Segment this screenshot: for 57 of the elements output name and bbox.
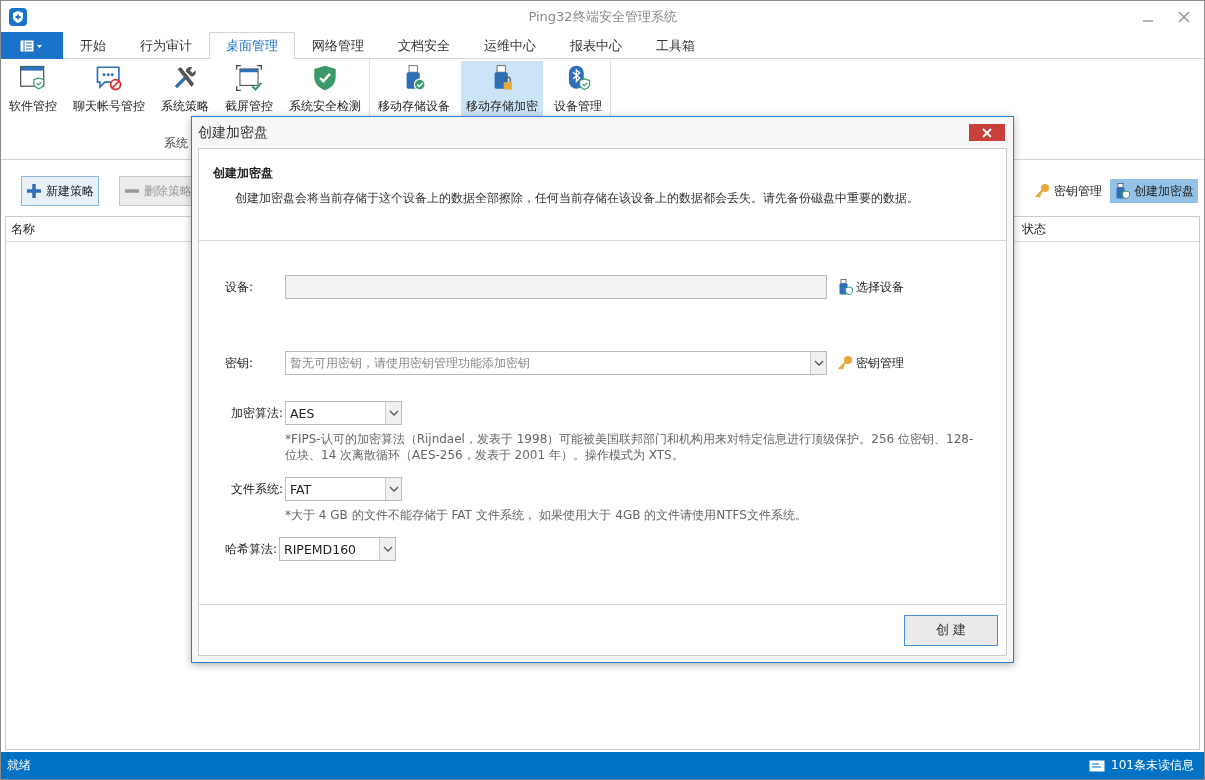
key-dropdown[interactable]: 暂无可用密钥，请使用密钥管理功能添加密钥 (285, 351, 827, 375)
ribbon-tab[interactable]: 文档安全 (381, 32, 467, 59)
dialog-description: 创建加密盘会将当前存储于这个设备上的数据全部擦除，任何当前存储在该设备上的数据都会丢失。请先备份磁盘中重要的数据。 (234, 190, 920, 207)
field-label: 哈希算法: (223, 541, 278, 558)
field-label: 加密算法: (229, 405, 284, 422)
link-button[interactable]: 选择设备 (837, 278, 904, 296)
status-text: 就绪 (7, 757, 31, 774)
ribbon-button[interactable]: 软件管控 (4, 61, 62, 119)
close-button[interactable] (969, 124, 1005, 141)
ribbon-button[interactable]: 系统策略 (156, 61, 214, 119)
key-icon (1034, 183, 1050, 199)
field-label: 设备: (224, 279, 255, 296)
ribbon-button[interactable]: 截屏管控 (220, 61, 278, 119)
chevron-down-icon (382, 546, 393, 552)
chevron-down-icon (813, 360, 824, 366)
dropdown[interactable]: FAT (285, 477, 402, 501)
window-title: Ping32终端安全管理系统 (528, 7, 677, 26)
field-label: 密钥: (224, 355, 255, 372)
ribbon-tab[interactable]: 桌面管理 (209, 32, 295, 59)
ribbon-tab[interactable]: 开始 (63, 32, 123, 59)
unread-messages-link[interactable]: 101条未读信息 (1111, 757, 1194, 774)
close-icon[interactable] (1178, 10, 1190, 23)
shield-logo-icon (9, 7, 27, 26)
ribbon-button[interactable]: 移动存储加密 (461, 61, 543, 119)
chevron-down-icon (388, 410, 399, 416)
ribbon-tab[interactable]: 行为审计 (123, 32, 209, 59)
ribbon-tab[interactable]: 报表中心 (553, 32, 639, 59)
dialog-title: 创建加密盘 (198, 123, 268, 142)
ribbon-group-label: 系统 (164, 136, 188, 150)
column-header[interactable]: 状态 (1022, 220, 1194, 238)
dialog-heading: 创建加密盘 (213, 165, 274, 182)
help-text: *大于 4 GB 的文件不能存储于 FAT 文件系统， 如果使用大于 4GB 的文件请使用NTFS文件系统。 (285, 507, 808, 523)
dropdown[interactable]: AES (285, 401, 402, 425)
close-icon (982, 127, 992, 138)
app-menu-button[interactable] (1, 32, 63, 59)
toolbar-button[interactable]: 创建加密盘 (1110, 179, 1198, 203)
ribbon-tab[interactable]: 网络管理 (295, 32, 381, 59)
device-field[interactable] (285, 275, 827, 299)
dropdown[interactable]: RIPEMD160 (279, 537, 396, 561)
plus-icon (26, 183, 42, 199)
create-button[interactable]: 创 建 (904, 614, 998, 646)
key-icon (837, 355, 853, 371)
ribbon-button[interactable]: 系统安全检测 (284, 61, 366, 119)
menu-icon (20, 39, 44, 52)
usb-drive-shield-icon (1114, 183, 1130, 199)
message-icon (1089, 759, 1106, 772)
field-label: 文件系统: (229, 481, 284, 498)
ribbon-button[interactable]: 聊天帐号管控 (68, 61, 150, 119)
ribbon-tab[interactable]: 运维中心 (467, 32, 553, 59)
link-button[interactable]: 密钥管理 (837, 354, 904, 372)
ribbon-tab[interactable]: 工具箱 (639, 32, 712, 59)
column-header[interactable]: 名称 (11, 220, 35, 238)
help-text: *FIPS-认可的加密算法（Rijndael，发表于 1998）可能被美国联邦部门和机构用来对特定信息进行顶级保护。256 位密钥、128-位块、14 次离散循环（AES-256，发表于 2001 年）。操作模式为 XTS。 (285, 431, 975, 463)
chevron-down-icon (388, 486, 399, 492)
usb-drive-shield-icon (837, 279, 853, 295)
toolbar-button[interactable]: 密钥管理 (1030, 179, 1106, 203)
toolbar-button[interactable]: 新建策略 (21, 176, 99, 206)
